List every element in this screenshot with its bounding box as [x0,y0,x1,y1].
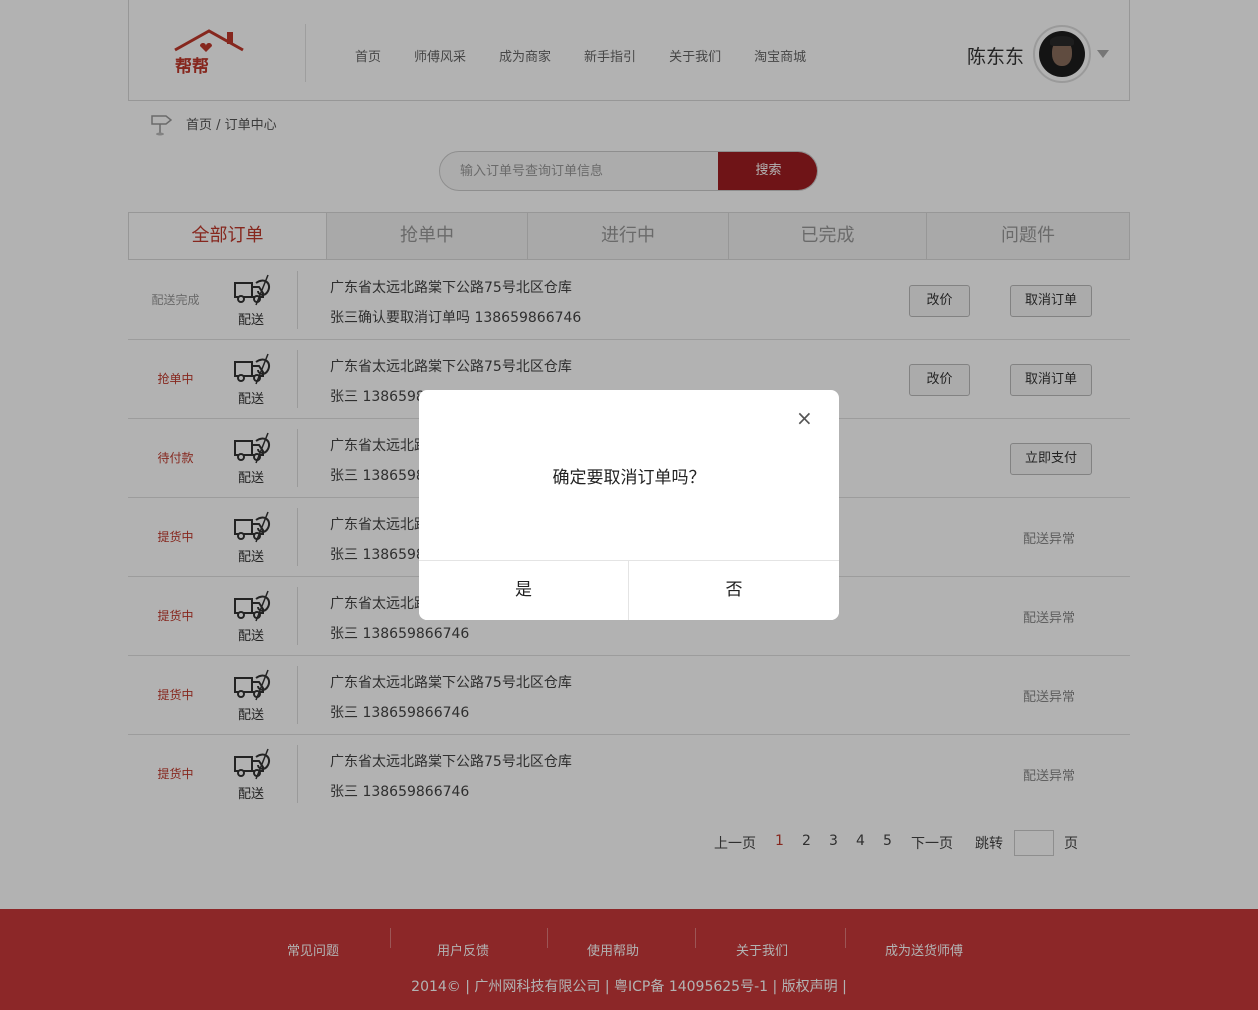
dialog-actions: 是 否 [419,560,839,620]
order-center-page: 帮帮 首页 师傅风采 成为商家 新手指引 关于我们 淘宝商城 陈东东 首页 / … [0,0,1258,1010]
confirm-yes-button[interactable]: 是 [419,561,629,620]
confirm-no-button[interactable]: 否 [629,561,839,620]
confirm-dialog: × 确定要取消订单吗？ 是 否 [419,390,839,620]
close-icon[interactable]: × [796,408,813,428]
dialog-message: 确定要取消订单吗？ [552,468,706,488]
